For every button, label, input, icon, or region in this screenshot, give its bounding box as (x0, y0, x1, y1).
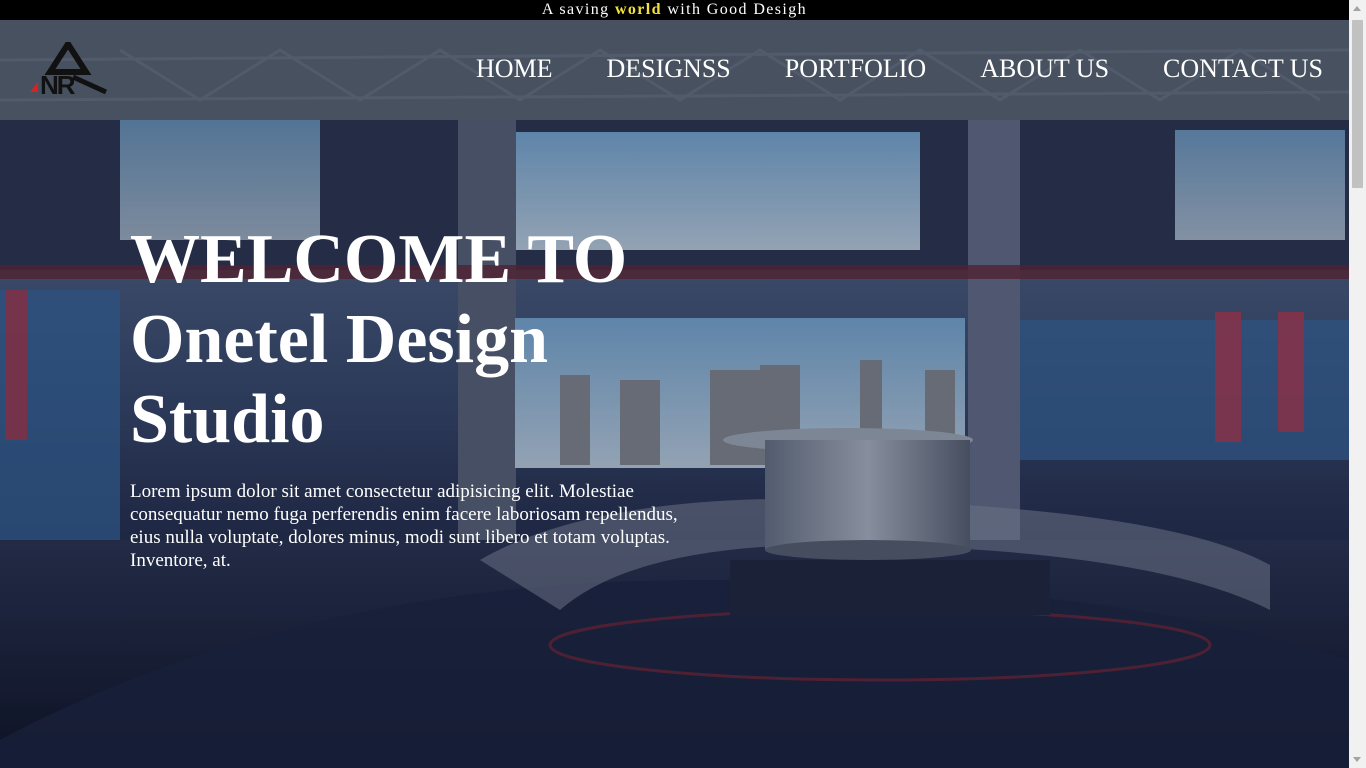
site-header: NR HOME DESIGNSS PORTFOLIO ABOUT US CONT… (0, 20, 1349, 120)
nav-link-about-us[interactable]: ABOUT US (980, 54, 1109, 84)
hero-description: Lorem ipsum dolor sit amet consectetur a… (130, 481, 678, 571)
hero-title-line-3: Studio (130, 381, 325, 458)
scroll-up-arrow-icon[interactable] (1353, 6, 1361, 11)
hero-section: NR HOME DESIGNSS PORTFOLIO ABOUT US CONT… (0, 20, 1349, 768)
announcement-text-start: A saving (541, 1, 615, 18)
scroll-down-arrow-icon[interactable] (1353, 757, 1361, 762)
main-navigation: HOME DESIGNSS PORTFOLIO ABOUT US CONTACT… (476, 54, 1323, 84)
svg-text:NR: NR (40, 70, 76, 100)
announcement-text-end: with Good Desigh (661, 1, 808, 18)
nav-link-contact-us[interactable]: CONTACT US (1163, 54, 1323, 84)
brand-logo[interactable]: NR (28, 42, 108, 100)
announcement-highlight: world (614, 1, 662, 18)
hero-title-line-2: Onetel Design (130, 301, 549, 378)
hero-title: WELCOME TO Onetel Design Studio (130, 220, 770, 460)
page-scrollbar[interactable] (1349, 0, 1366, 768)
nav-link-portfolio[interactable]: PORTFOLIO (785, 54, 926, 84)
hero-title-line-1: WELCOME TO (130, 221, 628, 298)
nav-link-home[interactable]: HOME (476, 54, 553, 84)
scrollbar-thumb[interactable] (1352, 20, 1363, 188)
announcement-bar: A saving world with Good Desigh (0, 0, 1349, 20)
nav-link-designs[interactable]: DESIGNSS (607, 54, 731, 84)
